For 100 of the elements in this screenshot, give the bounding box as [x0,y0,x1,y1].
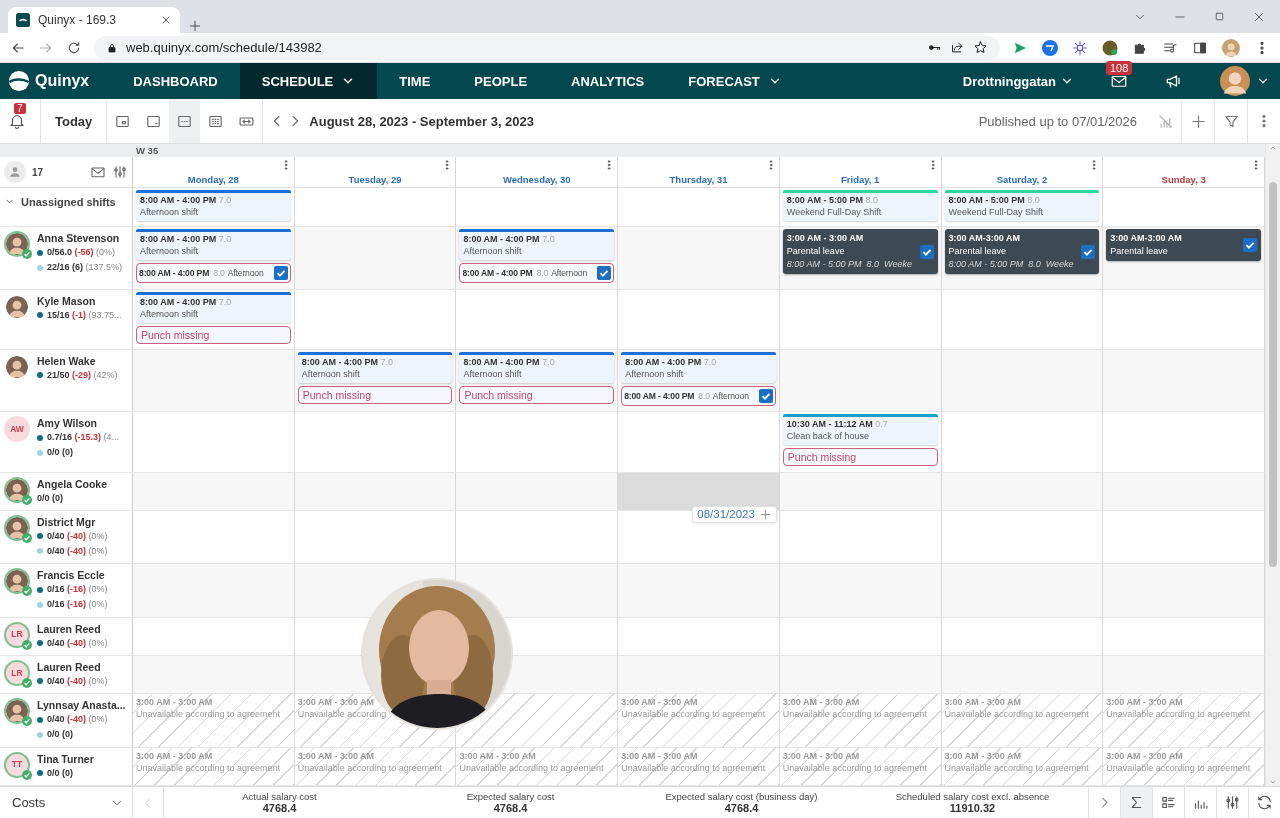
chart-off-icon[interactable] [1156,112,1174,130]
shift-card[interactable]: 8:00 AM - 4:00 PM 7.0 Afternoon shift [297,352,453,383]
employee-name[interactable]: Tina Turner [37,751,94,766]
share-icon[interactable] [950,40,965,55]
shift-card[interactable]: 8:00 AM - 5:00 PM 8.0 Weekend Full-Day Shift [944,190,1100,221]
status-dot [37,548,43,555]
checkbox[interactable] [1081,244,1096,259]
maximize-icon[interactable] [1213,10,1226,23]
schedule-cell[interactable] [456,472,619,510]
schedule-cell[interactable]: 8:00 AM - 4:00 PM 7.0 Afternoon shift 8:00 AM - 4:00 PM 8.0 Afternoon [618,350,780,412]
checkbox[interactable] [273,266,288,281]
shift-card[interactable]: 8:00 AM - 4:00 PM 7.0 Afternoon shift [459,229,615,261]
schedule-cell[interactable] [618,655,780,694]
employee-name[interactable]: Lauren Reed [37,621,108,636]
shift-card[interactable]: 8:00 AM - 4:00 PM 7.0 Afternoon shift [136,190,291,221]
mail-icon[interactable] [90,164,106,180]
schedule-cell[interactable] [133,472,295,510]
nav-item[interactable]: ANALYTICS [549,63,667,99]
costs-dropdown[interactable]: Costs [0,787,133,818]
schedule-cell[interactable]: 8:00 AM - 4:00 PM 7.0 Afternoon shift 8:00 AM - 4:00 PM 8.0 Afternoon [133,227,295,289]
punch-missing-alert[interactable]: Punch missing [782,448,938,467]
schedule-cell[interactable] [1103,350,1265,412]
schedule-cell[interactable] [941,472,1104,510]
extension-icon[interactable] [1102,39,1118,56]
schedule-cell[interactable] [618,227,780,289]
star-icon[interactable] [973,40,988,55]
schedule-cell[interactable] [1103,564,1265,617]
schedule-cell[interactable] [779,655,942,694]
punch-missing-alert[interactable]: Punch missing [459,386,615,404]
shift-card[interactable]: 10:30 AM - 11:12 AM 0.7 Clean back of house [782,414,938,446]
nav-item[interactable]: SCHEDULE [239,63,378,99]
avatar-icon[interactable] [1220,66,1250,96]
time-punch-card[interactable]: 8:00 AM - 4:00 PM 8.0 Afternoon [136,263,291,284]
checkbox[interactable] [758,389,773,403]
schedule-cell[interactable] [941,350,1104,412]
today-button[interactable]: Today [41,99,108,143]
nav-item[interactable]: FORECAST [666,63,804,99]
employee-name[interactable]: Francis Eccle [37,568,108,583]
browser-tab[interactable]: Quinyx - 169.3 [8,7,180,33]
flower-icon[interactable] [1072,39,1088,56]
extension-icon[interactable] [1042,39,1058,56]
schedule-cell[interactable] [1103,472,1265,510]
leave-card[interactable]: 3:00 AM-3:00 AM Parental leave 8:00 AM - 5:00 PM 8.0 Weeke [944,229,1100,275]
schedule-cell[interactable] [294,472,457,510]
employee-name[interactable]: Lynnsay Anasta... [37,698,126,713]
shift-card[interactable]: 8:00 AM - 5:00 PM 8.0 Weekend Full-Day Shift [782,190,938,221]
shift-time: 8:00 AM - 4:00 PM [140,234,217,245]
address-bar[interactable]: web.quinyx.com/schedule/143982 [94,35,1000,60]
employee-name[interactable]: Anna Stevenson [37,231,123,246]
schedule-cell[interactable]: 8:00 AM - 4:00 PM 7.0 Afternoon shift Punch missing [456,350,619,412]
schedule-cell[interactable] [618,564,780,617]
bell-icon[interactable] [8,112,26,130]
schedule-cell[interactable] [133,564,295,617]
footer-tool-button[interactable] [1120,787,1152,818]
leave-card[interactable]: 3:00 AM - 3:00 AM Parental leave 8:00 AM - 5:00 PM 8.0 Weeke [782,229,938,275]
add-icon[interactable] [758,507,772,521]
schedule-cell[interactable]: 8:00 AM - 4:00 PM 7.0 Afternoon shift Punch missing [294,350,457,412]
group-label: Unassigned shifts [21,196,116,208]
employee-name[interactable]: Lauren Reed [37,659,108,674]
checkbox[interactable] [919,244,934,259]
schedule-cell[interactable] [133,655,295,694]
location-selector[interactable]: Drottninggatan [962,73,1074,89]
schedule-cell[interactable]: 3:00 AM - 3:00 AM Parental leave 8:00 AM - 5:00 PM 8.0 Weeke [779,227,942,289]
close-icon[interactable] [160,14,172,26]
time-punch-card[interactable]: 8:00 AM - 4:00 PM 8.0 Afternoon [621,386,776,406]
schedule-cell[interactable] [294,227,457,289]
schedule-cell[interactable] [133,350,295,412]
time-punch-card[interactable]: 8:00 AM - 4:00 PM 8.0 Afternoon [459,263,615,284]
add-icon[interactable] [1189,112,1207,130]
employee-name[interactable]: Kyle Mason [37,293,122,308]
nav-item[interactable]: PEOPLE [452,63,550,99]
schedule-cell[interactable] [1103,655,1265,694]
schedule-cell[interactable] [941,564,1104,617]
new-tab-icon[interactable] [188,19,202,33]
schedule-cell[interactable] [779,472,942,510]
employee-name[interactable]: District Mgr [37,514,108,529]
schedule-cell[interactable] [779,350,942,412]
filter-settings-icon[interactable] [112,164,128,180]
schedule-cell[interactable] [941,655,1104,694]
schedule-cell[interactable] [779,564,942,617]
nav-item[interactable]: TIME [377,63,453,99]
nav-item[interactable]: DASHBOARD [111,63,240,99]
employee-name[interactable]: Amy Wilson [37,416,120,431]
leave-card[interactable]: 3:00 AM-3:00 AM Parental leave [1106,229,1261,262]
shift-time: 8:00 AM - 4:00 PM [625,357,702,367]
schedule-cell[interactable]: 3:00 AM-3:00 AM Parental leave [1103,227,1265,289]
schedule-cell[interactable]: 3:00 AM-3:00 AM Parental leave 8:00 AM - 5:00 PM 8.0 Weeke [941,227,1104,289]
view-button[interactable] [169,99,201,143]
reload-icon[interactable] [66,39,82,56]
shift-card[interactable]: 8:00 AM - 4:00 PM 7.0 Afternoon shift [459,352,615,383]
shift-card[interactable]: 8:00 AM - 4:00 PM 7.0 Afternoon shift [621,352,776,383]
schedule-cell[interactable]: 8:00 AM - 4:00 PM 7.0 Afternoon shift 8:00 AM - 4:00 PM 8.0 Afternoon [456,227,619,289]
checkbox[interactable] [1243,238,1257,253]
employee-name[interactable]: Helen Wake [37,354,118,368]
checkbox[interactable] [597,266,612,281]
shift-card[interactable]: 8:00 AM - 4:00 PM 7.0 Afternoon shift [136,229,291,261]
shift-card[interactable]: 8:00 AM - 4:00 PM 7.0 Afternoon shift [136,291,291,323]
punch-missing-alert[interactable]: Punch missing [297,386,453,404]
employee-name[interactable]: Angela Cooke [37,476,107,491]
punch-missing-alert[interactable]: Punch missing [136,325,291,344]
